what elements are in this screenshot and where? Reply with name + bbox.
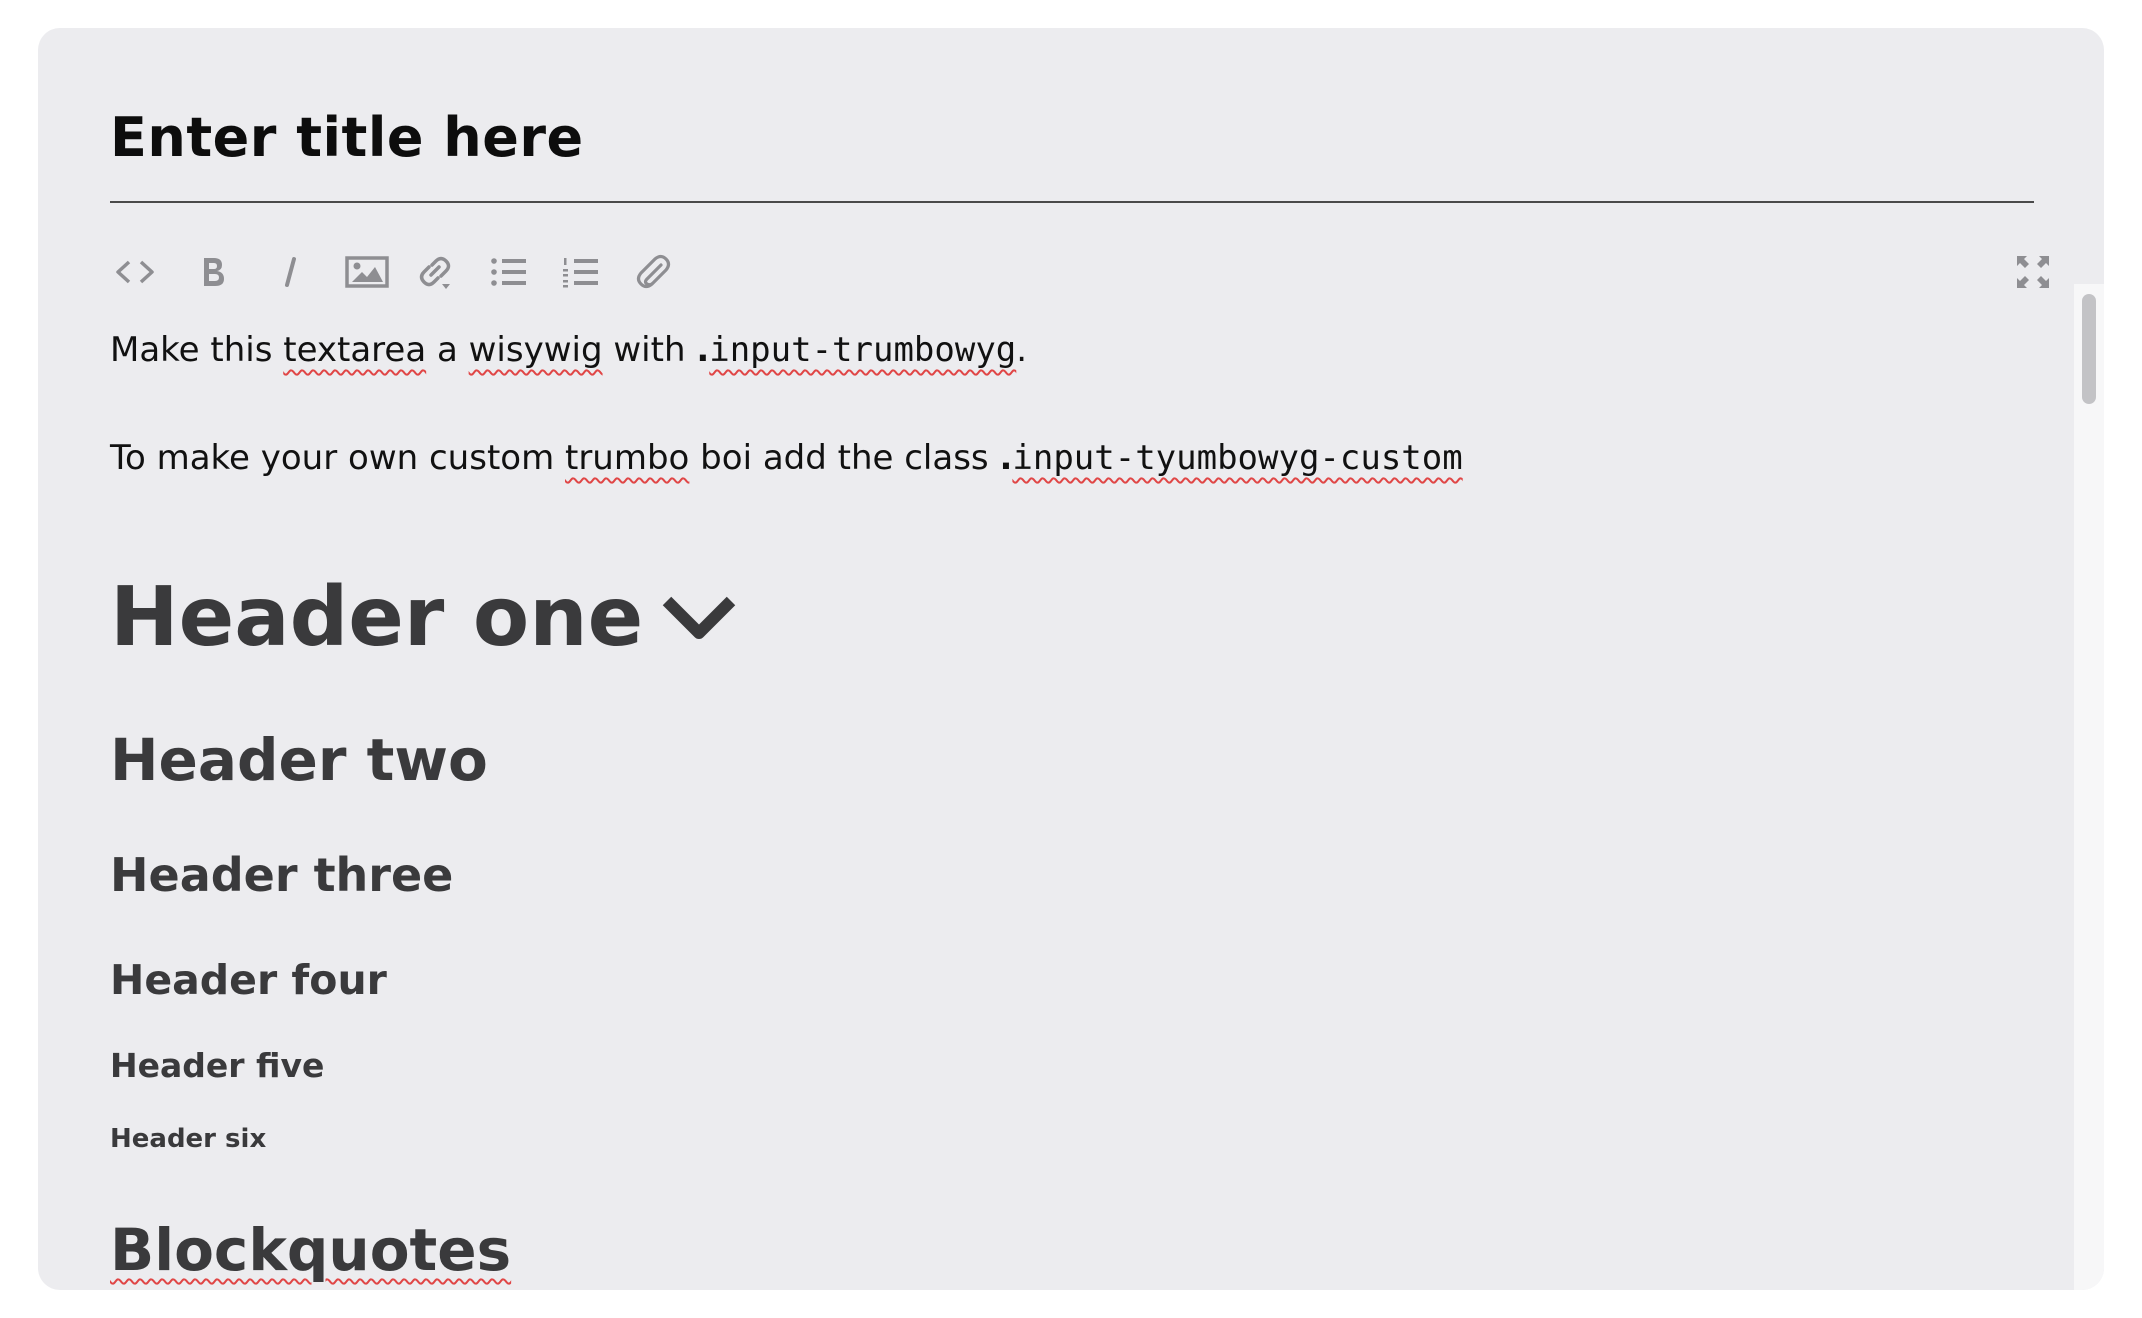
- italic-button[interactable]: [266, 242, 316, 302]
- header-three: Header three: [110, 848, 454, 902]
- header-two: Header two: [110, 726, 488, 794]
- link-icon: [419, 256, 451, 289]
- editor-card: Enter title here Make this textarea a wi…: [38, 28, 2104, 1290]
- bold-button[interactable]: [188, 242, 238, 302]
- title-divider: [110, 201, 2034, 203]
- fullscreen-icon: [2017, 256, 2049, 288]
- code-icon: [116, 260, 154, 284]
- ordered-list-button[interactable]: [556, 242, 606, 302]
- misspelled-word: trumbo: [565, 438, 690, 478]
- blockquotes-heading: Blockquotes: [110, 1216, 512, 1284]
- unordered-list-icon: [491, 258, 526, 286]
- paperclip-icon: [636, 254, 671, 289]
- bold-icon: [204, 258, 224, 286]
- attach-button[interactable]: [628, 242, 678, 302]
- insert-image-button[interactable]: [342, 242, 392, 302]
- inline-code: input-tyumbowyg-custom: [1012, 438, 1463, 478]
- unordered-list-button[interactable]: [484, 242, 534, 302]
- header-four: Header four: [110, 956, 387, 1004]
- scrollbar-thumb[interactable]: [2082, 294, 2096, 404]
- header-five: Header five: [110, 1046, 325, 1085]
- title-input[interactable]: Enter title here: [110, 106, 584, 169]
- header-six: Header six: [110, 1124, 267, 1154]
- inline-code: input-trumbowyg: [709, 330, 1017, 370]
- ordered-list-icon: [563, 258, 598, 288]
- link-button[interactable]: [410, 242, 460, 302]
- text: with: [602, 330, 697, 370]
- header-one-text: Header one: [110, 570, 644, 665]
- fullscreen-button[interactable]: [2008, 242, 2058, 302]
- image-icon: [345, 256, 389, 288]
- class-dot: .: [696, 330, 710, 370]
- chevron-down-icon: [662, 596, 736, 639]
- class-dot: .: [999, 438, 1013, 478]
- paragraph-1: Make this textarea a wisywig with .input…: [110, 330, 1027, 370]
- text: .: [1016, 330, 1028, 370]
- editor-toolbar: [110, 242, 2049, 302]
- scrollbar[interactable]: [2074, 284, 2104, 1290]
- misspelled-word: textarea: [283, 330, 427, 370]
- text: boi add the class: [689, 438, 1000, 478]
- misspelled-word: wisywig: [468, 330, 603, 370]
- text: To make your own custom: [110, 438, 565, 478]
- view-html-button[interactable]: [110, 242, 160, 302]
- text: Make this: [110, 330, 284, 370]
- header-one: Header one: [110, 570, 737, 665]
- italic-icon: [285, 257, 296, 287]
- paragraph-2: To make your own custom trumbo boi add t…: [110, 438, 1463, 478]
- text: a: [426, 330, 469, 370]
